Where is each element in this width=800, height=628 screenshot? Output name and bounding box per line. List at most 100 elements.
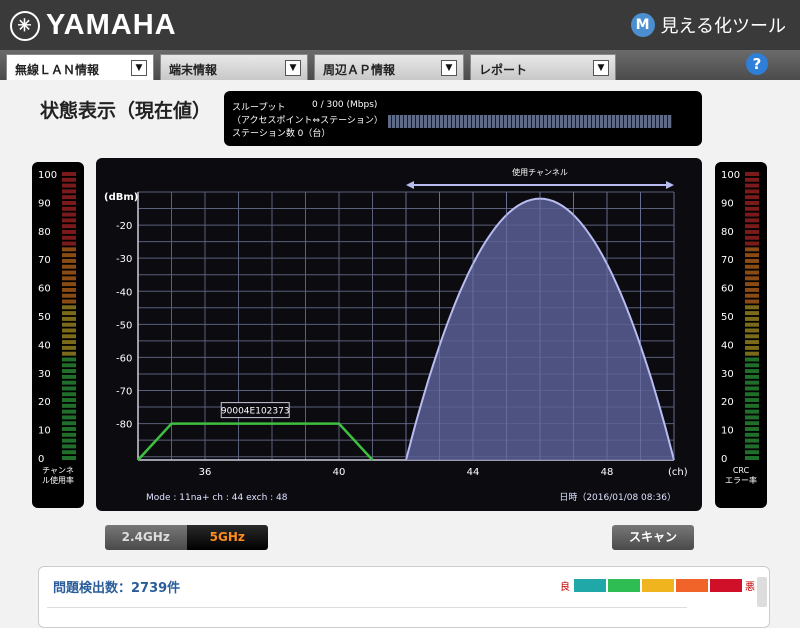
meter-segment xyxy=(62,328,76,333)
meter-segment xyxy=(62,270,76,275)
meter-segment xyxy=(62,392,76,397)
meter-segment xyxy=(62,340,76,345)
chevron-down-icon[interactable]: ▼ xyxy=(593,60,609,76)
legend-swatch xyxy=(642,579,674,592)
meter-segment xyxy=(62,421,76,426)
meter-label-line: CRC xyxy=(732,466,750,475)
chevron-down-icon[interactable]: ▼ xyxy=(285,60,301,76)
meter-segment xyxy=(745,316,759,321)
visualizer-icon: M xyxy=(630,13,655,37)
meter-segment xyxy=(62,224,76,229)
meter-segment xyxy=(62,444,76,449)
meter-tick-label: 40 xyxy=(38,340,51,351)
meter-segment xyxy=(745,218,759,223)
x-tick-label: 36 xyxy=(199,467,212,478)
y-axis-label: (dBm) xyxy=(104,192,138,203)
meter-segment xyxy=(745,241,759,246)
meter-segment xyxy=(62,427,76,432)
meter-segment xyxy=(62,409,76,414)
meter-tick-label: 20 xyxy=(721,397,734,408)
meter-segment xyxy=(62,316,76,321)
meter-segment xyxy=(745,415,759,420)
meter-tick-label: 20 xyxy=(38,397,51,408)
meter-segment xyxy=(62,264,76,269)
y-tick-label: -40 xyxy=(116,287,132,298)
tab-label: 端末情報 xyxy=(169,63,218,77)
meter-segment xyxy=(745,369,759,374)
meter-label-line: エラー率 xyxy=(725,476,757,485)
severity-legend: 良 悪 xyxy=(560,578,755,593)
meter-tick-label: 90 xyxy=(38,198,51,209)
meter-segment xyxy=(62,438,76,443)
meter-segment xyxy=(62,322,76,327)
meter-segment xyxy=(62,183,76,188)
meter-segment xyxy=(745,172,759,176)
meter-segment xyxy=(745,357,759,362)
channel-usage-meter: 100 90 80 70 60 50 40 30 20 10 0 チャンネ ル使用率 xyxy=(32,162,84,508)
meter-segment xyxy=(62,386,76,391)
band-toggle: 2.4GHz 5GHz xyxy=(105,525,268,550)
meter-segment xyxy=(745,340,759,345)
meter-tick-label: 80 xyxy=(721,227,734,238)
meter-segment xyxy=(62,282,76,287)
y-tick-label: -30 xyxy=(116,254,132,265)
meter-tick-label: 0 xyxy=(38,454,44,465)
meter-segment xyxy=(745,351,759,356)
meter-segment xyxy=(62,206,76,211)
y-tick-label: -20 xyxy=(116,221,132,232)
throughput-row: スループット 0 / 300 (Mbps) xyxy=(232,100,377,113)
meter-segment xyxy=(62,293,76,298)
yamaha-logo: ✳ YAMAHA xyxy=(10,9,177,42)
meter-segment xyxy=(745,322,759,327)
meter-segment xyxy=(62,258,76,263)
neighbor-ap-label: 90004E102373 xyxy=(221,407,290,417)
tuning-fork-icon: ✳ xyxy=(10,10,40,41)
meter-segment xyxy=(745,450,759,455)
tab-report[interactable]: レポート ▼ xyxy=(470,54,616,80)
meter-segment xyxy=(62,172,76,176)
meter-segment xyxy=(62,276,76,281)
scrollbar[interactable] xyxy=(757,577,767,607)
scan-button[interactable]: スキャン xyxy=(612,525,694,550)
meter-segment xyxy=(62,363,76,368)
meter-segment xyxy=(745,409,759,414)
meter-tick-label: 0 xyxy=(721,454,727,465)
app-header: ✳ YAMAHA M 見える化ツール xyxy=(0,0,800,50)
meter-segment xyxy=(745,311,759,316)
tab-label: 無線ＬＡＮ情報 xyxy=(15,63,100,77)
meter-tick-label: 100 xyxy=(721,170,740,181)
tab-wireless-lan[interactable]: 無線ＬＡＮ情報 ▼ xyxy=(6,54,154,80)
meter-segment xyxy=(745,276,759,281)
chevron-down-icon[interactable]: ▼ xyxy=(131,60,147,76)
throughput-sublabel: （アクセスポイント⇔ステーション） xyxy=(232,116,383,126)
app-title-text: 見える化ツール xyxy=(660,16,786,37)
meter-segment xyxy=(62,380,76,385)
meter-segment xyxy=(62,229,76,234)
band-2-4ghz-button[interactable]: 2.4GHz xyxy=(105,525,187,550)
meter-segment xyxy=(745,183,759,188)
y-tick-label: -80 xyxy=(116,420,132,431)
meter-segment xyxy=(745,258,759,263)
legend-bad-label: 悪 xyxy=(745,582,755,593)
meter-segment xyxy=(745,229,759,234)
chevron-down-icon[interactable]: ▼ xyxy=(441,60,457,76)
mode-info: Mode : 11na+ ch : 44 exch : 48 xyxy=(146,493,288,503)
tab-nearby-ap[interactable]: 周辺ＡＰ情報 ▼ xyxy=(314,54,464,80)
meter-segment xyxy=(745,177,759,182)
meter-segment xyxy=(745,224,759,229)
legend-swatch xyxy=(574,579,606,592)
brand-name: YAMAHA xyxy=(46,9,177,41)
legend-swatch xyxy=(676,579,708,592)
station-count: ステーション数 0（台） xyxy=(232,129,331,139)
help-icon[interactable]: ? xyxy=(746,53,768,75)
x-axis-label: (ch) xyxy=(668,467,688,478)
meter-segment xyxy=(745,282,759,287)
meter-segment xyxy=(745,363,759,368)
band-5ghz-button[interactable]: 5GHz xyxy=(186,525,268,550)
meter-segment xyxy=(745,293,759,298)
tab-terminal[interactable]: 端末情報 ▼ xyxy=(160,54,308,80)
meter-segment xyxy=(745,328,759,333)
meter-segment xyxy=(745,287,759,292)
meter-segment xyxy=(62,369,76,374)
x-tick-label: 40 xyxy=(333,467,346,478)
